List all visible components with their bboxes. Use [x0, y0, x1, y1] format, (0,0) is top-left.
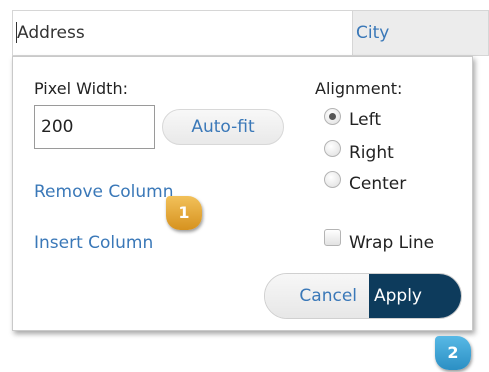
remove-column-link[interactable]: Remove Column: [34, 182, 174, 202]
column-header-address[interactable]: Address: [12, 10, 352, 56]
column-header-city[interactable]: City: [352, 10, 489, 56]
align-right-radio[interactable]: [324, 140, 341, 157]
auto-fit-button[interactable]: Auto-fit: [162, 109, 284, 145]
align-center-radio[interactable]: [324, 171, 341, 188]
column-settings-panel: Pixel Width: Auto-fit Remove Column Inse…: [12, 56, 473, 331]
grid-header-row: Address City: [0, 0, 489, 62]
align-center-label[interactable]: Center: [349, 174, 406, 194]
callout-badge-2: 2: [435, 336, 471, 370]
column-header-address-label: Address: [17, 23, 85, 43]
insert-column-link[interactable]: Insert Column: [34, 233, 153, 253]
pixel-width-label: Pixel Width:: [34, 79, 128, 98]
align-left-radio[interactable]: [324, 108, 341, 125]
cancel-button[interactable]: Cancel: [265, 274, 369, 318]
callout-badge-1: 1: [166, 196, 202, 230]
wrap-line-checkbox[interactable]: [324, 229, 341, 246]
pixel-width-input[interactable]: [34, 105, 155, 149]
wrap-line-label[interactable]: Wrap Line: [349, 233, 434, 253]
dialog-button-group: Cancel Apply: [264, 273, 462, 319]
apply-button[interactable]: Apply: [369, 274, 461, 318]
alignment-label: Alignment:: [315, 79, 403, 98]
align-left-label[interactable]: Left: [349, 110, 381, 130]
column-header-city-label: City: [356, 23, 390, 43]
align-right-label[interactable]: Right: [349, 143, 394, 163]
